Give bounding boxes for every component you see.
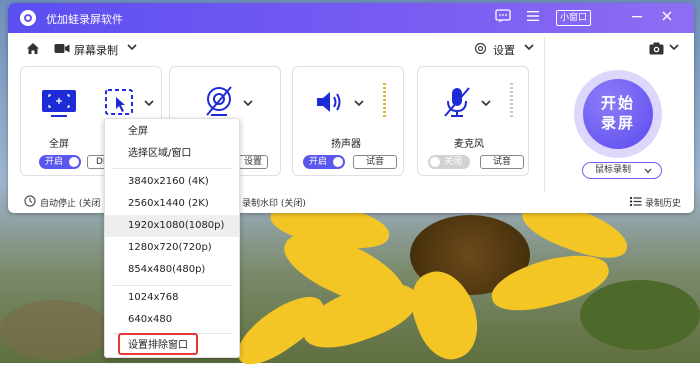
dropdown-item[interactable]: 854x480(480p) (105, 259, 239, 281)
chevron-down-icon[interactable] (668, 41, 680, 56)
microphone-test-button[interactable]: 试音 (480, 155, 524, 169)
clock-icon[interactable] (24, 195, 36, 210)
watermark-label[interactable]: 录制水印 (关闭) (242, 196, 306, 209)
feedback-icon[interactable] (494, 9, 512, 27)
toggle-label: 开启 (45, 157, 64, 167)
start-recording-label[interactable]: 开始 录屏 (598, 93, 638, 133)
auto-stop-label[interactable]: 自动停止 (关闭 (40, 196, 100, 209)
menu-separator (113, 285, 231, 286)
start-label-line2: 录屏 (600, 114, 635, 132)
dropdown-item[interactable]: 2560x1440 (2K) (105, 193, 239, 215)
close-icon[interactable] (658, 9, 676, 27)
test-label: 试音 (492, 157, 511, 167)
history-label[interactable]: 录制历史 (645, 196, 681, 209)
home-icon[interactable] (26, 42, 40, 58)
camera-disabled-icon[interactable] (203, 85, 235, 122)
app-logo-icon (20, 10, 36, 26)
leaf (0, 300, 110, 360)
video-camera-icon (54, 43, 70, 57)
chevron-down-icon[interactable] (143, 97, 155, 112)
menu-icon[interactable] (524, 9, 542, 27)
mouse-record-select[interactable]: 鼠标录制 (582, 162, 662, 179)
mouse-record-label: 鼠标录制 (595, 165, 632, 175)
menu-separator (113, 168, 231, 169)
mic-volume-meter (510, 83, 513, 119)
mini-window-button[interactable]: 小窗口 (556, 10, 592, 26)
settings-label[interactable]: 设置 (493, 42, 515, 58)
fullscreen-monitor-icon[interactable] (41, 89, 77, 122)
microphone-toggle[interactable]: 关闭 (428, 155, 470, 169)
microphone-card: 麦克风 关闭 试音 (417, 66, 529, 176)
test-label: 试音 (365, 157, 384, 167)
chevron-down-icon[interactable] (353, 97, 365, 112)
toggle-knob (430, 157, 440, 167)
screenshot-camera-icon[interactable] (649, 42, 664, 58)
speaker-test-button[interactable]: 试音 (353, 155, 397, 169)
area-dropdown-menu: 全屏 选择区域/窗口 3840x2160 (4K) 2560x1440 (2K)… (104, 118, 240, 358)
highlight-box (118, 333, 198, 355)
toolbar: 屏幕录制 设置 (8, 33, 694, 63)
mini-window-label: 小窗口 (560, 13, 588, 23)
gear-icon[interactable] (474, 42, 487, 58)
speaker-label: 扬声器 (331, 139, 361, 150)
screen-toggle[interactable]: 开启 (39, 155, 81, 169)
minimize-icon[interactable] (628, 9, 646, 27)
leaf (580, 280, 700, 350)
speaker-card: 扬声器 开启 试音 (292, 66, 404, 176)
speaker-icon[interactable] (315, 89, 345, 118)
volume-meter (383, 83, 386, 119)
toggle-label: 关闭 (444, 157, 463, 167)
title-bar[interactable]: 优加蛙录屏软件 小窗口 (8, 3, 694, 33)
toggle-label: 开启 (309, 157, 328, 167)
dropdown-item[interactable]: 3840x2160 (4K) (105, 171, 239, 193)
microphone-muted-icon[interactable] (442, 85, 472, 122)
camera-settings-label: 设置 (243, 157, 262, 167)
chevron-down-icon[interactable] (523, 41, 535, 56)
dropdown-item[interactable]: 全屏 (105, 121, 239, 143)
region-select-icon[interactable] (105, 89, 135, 120)
microphone-label: 麦克风 (454, 139, 484, 150)
chevron-down-icon[interactable] (480, 97, 492, 112)
list-icon[interactable] (630, 196, 642, 210)
camera-settings-button[interactable]: 设置 (238, 155, 268, 169)
dropdown-item[interactable]: 选择区域/窗口 (105, 143, 239, 165)
dropdown-item[interactable]: 640x480 (105, 309, 239, 331)
toggle-knob (333, 157, 343, 167)
chevron-down-icon[interactable] (242, 97, 254, 112)
app-title: 优加蛙录屏软件 (46, 13, 123, 26)
chevron-down-icon[interactable] (126, 41, 138, 56)
chevron-down-icon (644, 168, 652, 174)
divider (544, 37, 545, 192)
dropdown-item-selected[interactable]: 1920x1080(1080p) (105, 215, 239, 237)
toggle-knob (69, 157, 79, 167)
mode-selector-label[interactable]: 屏幕录制 (74, 42, 118, 58)
dropdown-item[interactable]: 1280x720(720p) (105, 237, 239, 259)
speaker-toggle[interactable]: 开启 (303, 155, 345, 169)
dropdown-item[interactable]: 1024x768 (105, 287, 239, 309)
fullscreen-label: 全屏 (49, 139, 69, 150)
start-label-line1: 开始 (600, 94, 635, 112)
